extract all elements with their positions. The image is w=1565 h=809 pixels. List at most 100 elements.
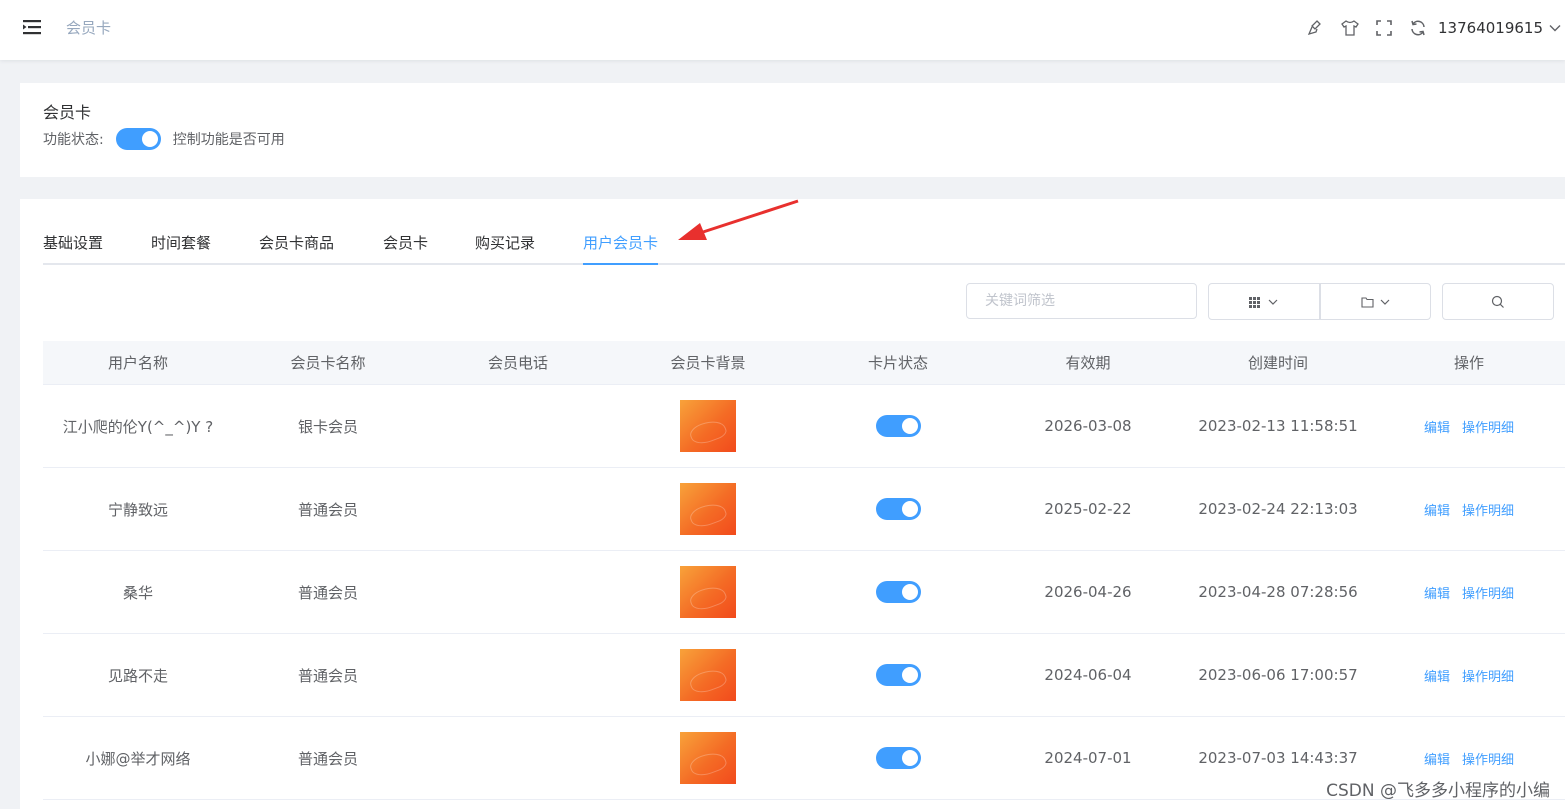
cell-phone	[423, 717, 613, 799]
top-bar: 会员卡 13764019615	[0, 0, 1565, 60]
cell-card-status	[803, 634, 993, 716]
card-status-switch[interactable]	[875, 415, 921, 437]
card-background-thumbnail[interactable]	[680, 566, 736, 618]
card-background-thumbnail[interactable]	[680, 649, 736, 701]
cell-card-background	[613, 717, 803, 799]
col-expiry: 有效期	[1065, 354, 1111, 372]
operation-detail-link[interactable]: 操作明细	[1462, 583, 1514, 602]
export-button[interactable]	[1320, 283, 1431, 320]
cell-user-name: 宁静致远	[107, 500, 168, 519]
cell-card-name: 普通会员	[297, 583, 358, 602]
cell-phone	[423, 385, 613, 467]
brush-icon[interactable]	[1306, 18, 1326, 38]
card-background-thumbnail[interactable]	[680, 732, 736, 784]
tab-basic-settings[interactable]: 基础设置	[43, 232, 103, 265]
tab-user-member-card[interactable]: 用户会员卡	[583, 232, 659, 265]
table-row: 江小爬的伦Y(^_^)Y ? 银卡会员 2026-03-08 2023-02-1…	[43, 385, 1565, 468]
col-phone: 会员电话	[487, 354, 548, 372]
grid-icon	[1249, 296, 1278, 308]
cell-card-name: 普通会员	[297, 500, 358, 519]
cell-created-time: 2023-06-06 17:00:57	[1198, 666, 1358, 684]
switch-knob	[901, 584, 918, 600]
cell-expiry: 2026-03-08	[1044, 417, 1132, 435]
cell-card-status	[803, 551, 993, 633]
table-row: 桑华 普通会员 2026-04-26 2023-04-28 07:28:56 编…	[43, 551, 1565, 634]
edit-link[interactable]: 编辑	[1424, 583, 1450, 602]
table-row: 宁静致远 普通会员 2025-02-22 2023-02-24 22:13:03…	[43, 468, 1565, 551]
search-button[interactable]	[1442, 283, 1554, 320]
search-icon	[1491, 295, 1504, 308]
cell-created-time: 2023-02-24 22:13:03	[1198, 500, 1358, 518]
operation-detail-link[interactable]: 操作明细	[1462, 500, 1514, 519]
cell-user-name: 桑华	[122, 583, 153, 602]
cell-phone	[423, 468, 613, 550]
tab-card-products[interactable]: 会员卡商品	[259, 232, 334, 265]
cell-card-background	[613, 468, 803, 550]
cell-phone	[423, 551, 613, 633]
user-account[interactable]: 13764019615	[1438, 19, 1543, 37]
cell-phone	[423, 634, 613, 716]
cell-created-time: 2023-04-28 07:28:56	[1198, 583, 1358, 601]
operation-detail-link[interactable]: 操作明细	[1462, 666, 1514, 685]
chevron-down-icon[interactable]	[1549, 22, 1561, 34]
main-card: 基础设置 时间套餐 会员卡商品 会员卡 购买记录 用户会员卡 用户名称 会员卡名…	[20, 199, 1565, 809]
card-background-thumbnail[interactable]	[680, 483, 736, 535]
operation-detail-link[interactable]: 操作明细	[1462, 749, 1514, 768]
keyword-filter-input[interactable]	[966, 283, 1197, 319]
annotation-arrow	[678, 199, 799, 240]
cell-actions: 编辑 操作明细	[1373, 468, 1565, 550]
table-row: 见路不走 普通会员 2024-06-04 2023-06-06 17:00:57…	[43, 634, 1565, 717]
fullscreen-icon[interactable]	[1374, 18, 1394, 38]
cell-expiry: 2024-07-01	[1044, 749, 1132, 767]
cell-expiry: 2025-02-22	[1044, 500, 1132, 518]
function-status-switch[interactable]	[115, 128, 161, 150]
card-status-switch[interactable]	[875, 581, 921, 603]
header-tools: 13764019615	[1292, 0, 1565, 56]
edit-link[interactable]: 编辑	[1424, 666, 1450, 685]
cell-card-status	[803, 717, 993, 799]
tab-purchase-records[interactable]: 购买记录	[475, 232, 535, 265]
edit-link[interactable]: 编辑	[1424, 749, 1450, 768]
function-status-card: 会员卡 功能状态: 控制功能是否可用	[20, 83, 1565, 177]
cell-actions: 编辑 操作明细	[1373, 385, 1565, 467]
switch-knob	[901, 418, 918, 434]
col-actions: 操作	[1453, 354, 1484, 372]
card-background-thumbnail[interactable]	[680, 400, 736, 452]
cell-expiry: 2024-06-04	[1044, 666, 1132, 684]
card-status-switch[interactable]	[875, 664, 921, 686]
shirt-icon[interactable]	[1340, 18, 1360, 38]
col-created-time: 创建时间	[1247, 354, 1308, 372]
switch-knob	[141, 131, 158, 147]
user-card-table: 用户名称 会员卡名称 会员电话 会员卡背景 卡片状态 有效期 创建时间 操作 江…	[43, 341, 1565, 800]
cell-card-background	[613, 385, 803, 467]
tab-time-packages[interactable]: 时间套餐	[151, 232, 211, 265]
table-header: 用户名称 会员卡名称 会员电话 会员卡背景 卡片状态 有效期 创建时间 操作	[43, 341, 1565, 385]
card-title: 会员卡	[43, 103, 92, 122]
switch-knob	[901, 501, 918, 517]
cell-card-name: 普通会员	[297, 749, 358, 768]
cell-card-name: 银卡会员	[297, 417, 358, 436]
cell-actions: 编辑 操作明细	[1373, 634, 1565, 716]
breadcrumb: 会员卡	[66, 19, 112, 37]
function-status-row: 功能状态: 控制功能是否可用	[43, 128, 285, 150]
cell-card-status	[803, 468, 993, 550]
cell-actions: 编辑 操作明细	[1373, 551, 1565, 633]
folder-icon	[1360, 296, 1389, 308]
cell-card-background	[613, 551, 803, 633]
cell-created-time: 2023-02-13 11:58:51	[1198, 417, 1358, 435]
operation-detail-link[interactable]: 操作明细	[1462, 417, 1514, 436]
watermark: CSDN @飞多多小程序的小编	[1326, 781, 1550, 801]
column-settings-button[interactable]	[1208, 283, 1320, 320]
card-status-switch[interactable]	[875, 498, 921, 520]
menu-fold-icon[interactable]	[22, 17, 42, 37]
cell-user-name: 见路不走	[107, 666, 168, 685]
status-hint: 控制功能是否可用	[172, 132, 285, 148]
switch-knob	[901, 750, 918, 766]
refresh-icon[interactable]	[1408, 18, 1428, 38]
edit-link[interactable]: 编辑	[1424, 417, 1450, 436]
tab-member-card[interactable]: 会员卡	[383, 232, 428, 265]
edit-link[interactable]: 编辑	[1424, 500, 1450, 519]
cell-card-background	[613, 634, 803, 716]
cell-user-name: 小娜@举才网络	[85, 749, 191, 768]
card-status-switch[interactable]	[875, 747, 921, 769]
